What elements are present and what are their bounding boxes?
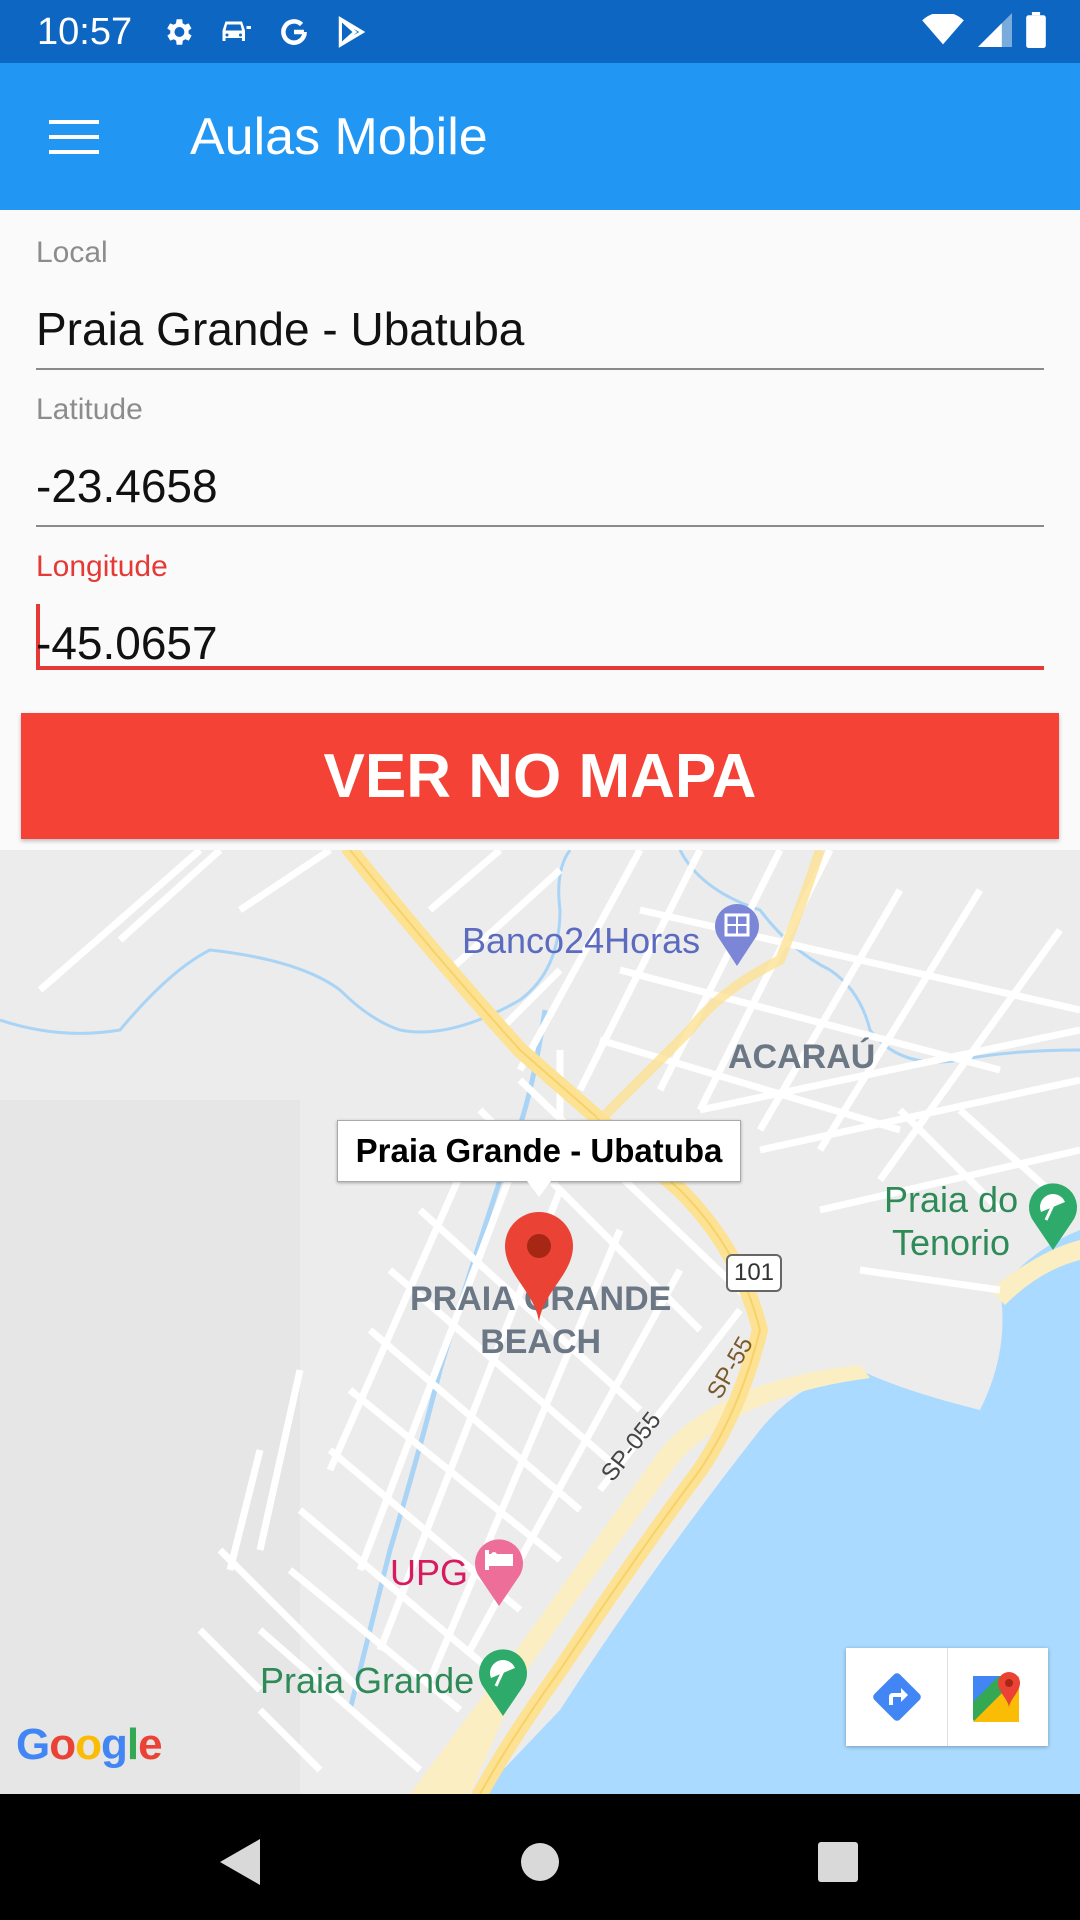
- latitude-label: Latitude: [36, 393, 143, 426]
- play-store-icon: [332, 12, 372, 52]
- status-bar: 10:57: [0, 0, 1080, 63]
- hotel-poi-icon[interactable]: [472, 1536, 526, 1611]
- latitude-field[interactable]: Latitude -23.4658: [36, 385, 1044, 527]
- google-logo: Google: [16, 1720, 163, 1769]
- hamburger-menu-icon[interactable]: [36, 105, 111, 168]
- gear-icon: [158, 12, 198, 52]
- status-system-icons: [922, 11, 1046, 53]
- status-notification-icons: [158, 12, 372, 52]
- app-title: Aulas Mobile: [190, 108, 488, 166]
- map-label-upg: UPG: [390, 1552, 469, 1593]
- map-label-banco24horas: Banco24Horas: [462, 920, 701, 961]
- map-toolbar: [846, 1648, 1048, 1746]
- status-time: 10:57: [37, 11, 133, 53]
- system-nav-bar: [0, 1794, 1080, 1920]
- home-icon[interactable]: [510, 1832, 570, 1892]
- praia-do-tenorio-line1: Praia do: [884, 1179, 1019, 1220]
- latitude-underline: [36, 525, 1044, 527]
- local-underline: [36, 368, 1044, 370]
- beach-poi-icon[interactable]: [1026, 1180, 1080, 1255]
- longitude-label: Longitude: [36, 550, 168, 583]
- map-label-acarau: ACARAÚ: [728, 1038, 876, 1076]
- beach-poi-icon-2[interactable]: [476, 1646, 530, 1721]
- back-icon[interactable]: [210, 1832, 270, 1892]
- directions-icon[interactable]: [846, 1648, 947, 1746]
- local-label: Local: [36, 236, 108, 269]
- praia-do-tenorio-line2: Tenorio: [892, 1222, 1011, 1263]
- marker-info-window[interactable]: Praia Grande - Ubatuba: [337, 1120, 741, 1182]
- longitude-input[interactable]: -45.0657: [36, 616, 218, 670]
- signal-icon: [978, 12, 1012, 52]
- wifi-icon: [922, 11, 964, 51]
- map-label-praia-grande: Praia Grande: [260, 1660, 475, 1701]
- car-icon: [216, 12, 256, 52]
- google-map[interactable]: Banco24Horas ACARAÚ Praia do Tenorio 101…: [0, 850, 1080, 1794]
- battery-icon: [1026, 11, 1046, 53]
- info-window-tail: [527, 1181, 551, 1197]
- location-marker-icon[interactable]: [505, 1212, 573, 1327]
- longitude-underline: [36, 666, 1044, 670]
- google-maps-icon[interactable]: [947, 1648, 1048, 1746]
- longitude-field[interactable]: Longitude -45.0657: [36, 542, 1044, 687]
- route-101-shield: 101: [726, 1254, 782, 1292]
- ver-no-mapa-button[interactable]: VER NO MAPA: [21, 713, 1059, 839]
- google-g-icon: [274, 12, 314, 52]
- map-label-praia-do-tenorio: Praia do Tenorio: [884, 1178, 1018, 1264]
- beach-label-line2: BEACH: [480, 1323, 602, 1361]
- local-field[interactable]: Local Praia Grande - Ubatuba: [36, 228, 1044, 370]
- local-input[interactable]: Praia Grande - Ubatuba: [36, 302, 524, 356]
- bank-poi-icon[interactable]: [712, 902, 762, 971]
- app-bar: Aulas Mobile: [0, 63, 1080, 210]
- latitude-input[interactable]: -23.4658: [36, 459, 218, 513]
- recents-icon[interactable]: [808, 1832, 868, 1892]
